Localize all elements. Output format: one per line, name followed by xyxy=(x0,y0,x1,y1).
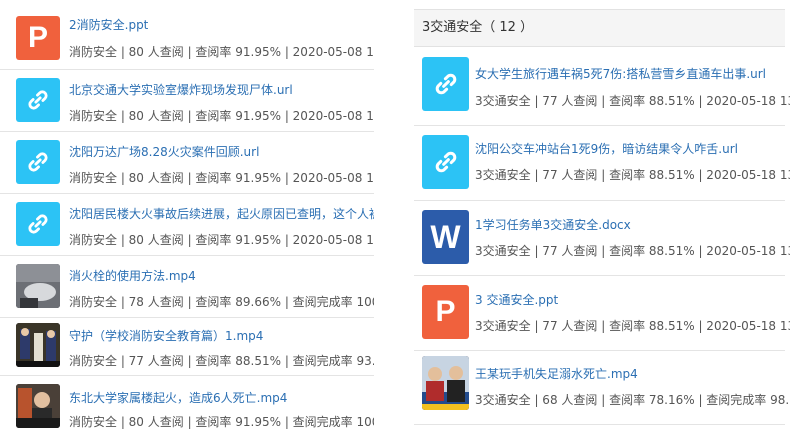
resource-title-link[interactable]: 沈阳居民楼大火事故后续进展，起火原因已查明，这个人被刑拘.url xyxy=(69,205,374,222)
resource-meta: 消防安全 | 80 人查阅 | 查阅率 91.95% | 查阅完成率 100.0… xyxy=(69,415,374,429)
video-thumbnail-icon xyxy=(16,264,60,308)
resource-meta: 消防安全 | 80 人查阅 | 查阅率 91.95% | 2020-05-08 … xyxy=(69,171,374,185)
link-icon xyxy=(16,78,60,122)
resource-meta: 消防安全 | 78 人查阅 | 查阅率 89.66% | 查阅完成率 100.0… xyxy=(69,295,374,309)
list-item[interactable]: 沈阳公交车冲站台1死9伤，暗访结果令人咋舌.url 3交通安全 | 77 人查阅… xyxy=(414,125,790,201)
list-item[interactable]: 王某玩手机失足溺水死亡.mp4 3交通安全 | 68 人查阅 | 查阅率 78.… xyxy=(414,350,790,425)
ppt-icon: P xyxy=(16,16,60,60)
list-item[interactable]: P 2消防安全.ppt 消防安全 | 80 人查阅 | 查阅率 91.95% |… xyxy=(0,0,374,70)
link-icon xyxy=(16,140,60,184)
resource-meta: 消防安全 | 80 人查阅 | 查阅率 91.95% | 2020-05-08 … xyxy=(69,109,374,123)
resource-meta: 3交通安全 | 77 人查阅 | 查阅率 88.51% | 2020-05-18… xyxy=(475,244,790,258)
category-header[interactable]: 3交通安全（ 12 ） xyxy=(414,9,785,47)
resource-title-link[interactable]: 2消防安全.ppt xyxy=(69,16,148,33)
link-icon xyxy=(422,135,469,189)
resource-meta: 消防安全 | 77 人查阅 | 查阅率 88.51% | 查阅完成率 93.51… xyxy=(69,354,374,368)
ppt-icon: P xyxy=(422,285,469,339)
resource-meta: 消防安全 | 80 人查阅 | 查阅率 91.95% | 2020-05-08 … xyxy=(69,45,374,59)
link-icon xyxy=(16,202,60,246)
resource-title-link[interactable]: 沈阳万达广场8.28火灾案件回顾.url xyxy=(69,143,259,160)
resource-meta: 3交通安全 | 68 人查阅 | 查阅率 78.16% | 查阅完成率 98.5… xyxy=(475,393,790,407)
list-item[interactable]: 守护（学校消防安全教育篇）1.mp4 消防安全 | 77 人查阅 | 查阅率 8… xyxy=(0,317,374,376)
resource-title-link[interactable]: 沈阳公交车冲站台1死9伤，暗访结果令人咋舌.url xyxy=(475,140,738,157)
resource-title-link[interactable]: 东北大学家属楼起火，造成6人死亡.mp4 xyxy=(69,389,287,406)
video-thumbnail-icon xyxy=(16,323,60,367)
list-item[interactable]: W 1学习任务单3交通安全.docx 3交通安全 | 77 人查阅 | 查阅率 … xyxy=(414,200,790,276)
list-item[interactable]: 沈阳居民楼大火事故后续进展，起火原因已查明，这个人被刑拘.url 消防安全 | … xyxy=(0,193,374,256)
left-resource-panel: P 2消防安全.ppt 消防安全 | 80 人查阅 | 查阅率 91.95% |… xyxy=(0,0,374,429)
resource-meta: 3交通安全 | 77 人查阅 | 查阅率 88.51% | 2020-05-18… xyxy=(475,94,790,108)
list-item[interactable]: 东北大学家属楼起火，造成6人死亡.mp4 消防安全 | 80 人查阅 | 查阅率… xyxy=(0,375,374,429)
video-thumbnail-icon xyxy=(422,356,469,410)
resource-meta: 消防安全 | 80 人查阅 | 查阅率 91.95% | 2020-05-08 … xyxy=(69,233,374,247)
resource-title-link[interactable]: 女大学生旅行遇车祸5死7伤:搭私营雪乡直通车出事.url xyxy=(475,65,766,82)
resource-title-link[interactable]: 消火栓的使用方法.mp4 xyxy=(69,267,196,284)
resource-meta: 3交通安全 | 77 人查阅 | 查阅率 88.51% | 2020-05-18… xyxy=(475,319,790,333)
video-thumbnail-icon xyxy=(16,384,60,428)
resource-title-link[interactable]: 3 交通安全.ppt xyxy=(475,291,558,308)
list-item[interactable]: 北京交通大学实验室爆炸现场发现尸体.url 消防安全 | 80 人查阅 | 查阅… xyxy=(0,69,374,132)
resource-title-link[interactable]: 守护（学校消防安全教育篇）1.mp4 xyxy=(69,327,263,344)
list-item[interactable]: 消火栓的使用方法.mp4 消防安全 | 78 人查阅 | 查阅率 89.66% … xyxy=(0,255,374,318)
word-doc-icon: W xyxy=(422,210,469,264)
list-item[interactable]: P 3 交通安全.ppt 3交通安全 | 77 人查阅 | 查阅率 88.51%… xyxy=(414,275,790,351)
list-item[interactable]: 女大学生旅行遇车祸5死7伤:搭私营雪乡直通车出事.url 3交通安全 | 77 … xyxy=(414,47,790,126)
right-resource-panel: 3交通安全（ 12 ） 女大学生旅行遇车祸5死7伤:搭私营雪乡直通车出事.url… xyxy=(414,0,790,427)
resource-meta: 3交通安全 | 77 人查阅 | 查阅率 88.51% | 2020-05-18… xyxy=(475,168,790,182)
link-icon xyxy=(422,57,469,111)
list-item[interactable]: 沈阳万达广场8.28火灾案件回顾.url 消防安全 | 80 人查阅 | 查阅率… xyxy=(0,131,374,194)
resource-title-link[interactable]: 王某玩手机失足溺水死亡.mp4 xyxy=(475,365,638,382)
resource-title-link[interactable]: 1学习任务单3交通安全.docx xyxy=(475,216,631,233)
resource-title-link[interactable]: 北京交通大学实验室爆炸现场发现尸体.url xyxy=(69,81,293,98)
